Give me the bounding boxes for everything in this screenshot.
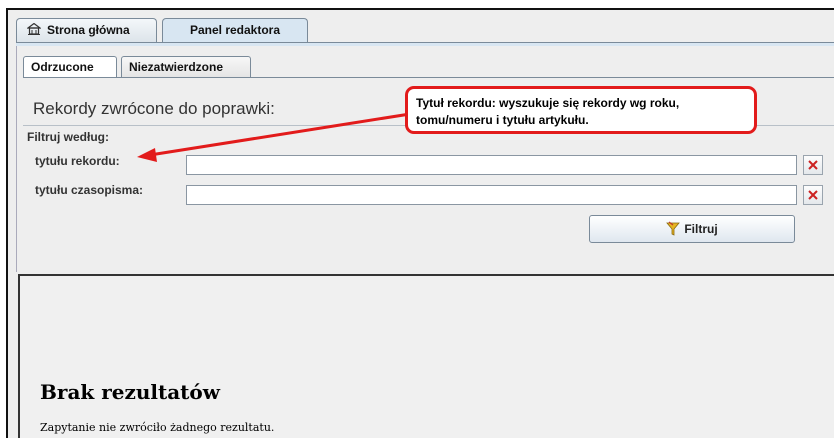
filter-button[interactable]: Filtruj bbox=[589, 215, 795, 243]
close-icon bbox=[808, 190, 818, 200]
callout-line-2: tomu/numeru i tytułu artykułu. bbox=[416, 113, 589, 127]
close-icon bbox=[808, 160, 818, 170]
results-title: Brak rezultatów bbox=[40, 380, 220, 404]
tab-home-label: Strona główna bbox=[47, 23, 130, 37]
editor-panel: Odrzucone Niezatwierdzone Rekordy zwróco… bbox=[16, 46, 834, 272]
journal-title-input[interactable] bbox=[186, 185, 797, 205]
tab-home[interactable]: Strona główna bbox=[16, 18, 157, 42]
journal-title-label: tytułu czasopisma: bbox=[35, 183, 144, 197]
subtab-unapproved-label: Niezatwierdzone bbox=[129, 60, 224, 74]
record-title-input[interactable] bbox=[186, 155, 797, 175]
results-panel: Brak rezultatów Zapytanie nie zwróciło ż… bbox=[18, 274, 834, 438]
results-message: Zapytanie nie zwróciło żadnego rezultatu… bbox=[40, 421, 275, 434]
clear-record-title-button[interactable] bbox=[803, 155, 823, 175]
filter-icon bbox=[666, 221, 681, 236]
filter-section-label: Filtruj według: bbox=[27, 130, 109, 144]
subtab-unapproved[interactable]: Niezatwierdzone bbox=[121, 56, 251, 78]
annotation-callout: Tytuł rekordu: wyszukuje się rekordy wg … bbox=[405, 86, 757, 134]
tab-editor-panel-label: Panel redaktora bbox=[189, 23, 281, 37]
filter-button-label: Filtruj bbox=[684, 222, 718, 236]
app-frame: Strona główna Panel redaktora Odrzucone … bbox=[6, 8, 834, 438]
subtab-rejected-label: Odrzucone bbox=[31, 60, 94, 74]
subtab-rejected[interactable]: Odrzucone bbox=[23, 56, 117, 78]
tab-editor-panel[interactable]: Panel redaktora bbox=[162, 18, 308, 42]
sub-tab-border bbox=[23, 77, 834, 78]
callout-line-1: Tytuł rekordu: wyszukuje się rekordy wg … bbox=[416, 96, 680, 110]
home-icon bbox=[27, 23, 41, 35]
clear-journal-title-button[interactable] bbox=[803, 185, 823, 205]
record-title-label: tytułu rekordu: bbox=[35, 154, 120, 168]
page-title: Rekordy zwrócone do poprawki: bbox=[33, 99, 275, 118]
